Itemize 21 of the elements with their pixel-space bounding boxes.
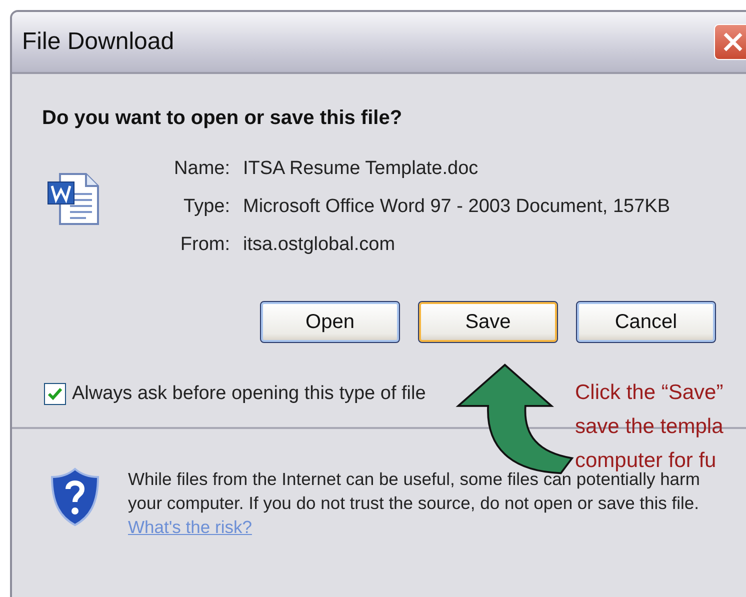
checkbox[interactable]: [44, 383, 66, 405]
close-icon: [722, 31, 744, 53]
checkbox-label: Always ask before opening this type of file: [72, 383, 426, 405]
close-button[interactable]: [714, 24, 746, 60]
field-label: Type:: [182, 196, 230, 218]
dialog-button[interactable]: Open: [260, 301, 400, 343]
checkmark-icon: [47, 387, 63, 401]
window-title: File Download: [22, 28, 174, 56]
field-label: From:: [179, 234, 230, 256]
shield-icon: [50, 467, 100, 527]
field-value: ITSA Resume Template.doc: [243, 158, 480, 180]
annotation-text: save the templa: [575, 414, 724, 440]
annotation-text: Click the “Save”: [575, 380, 724, 406]
question-heading: Do you want to open or save this file?: [42, 107, 404, 130]
field-label: Name:: [173, 158, 230, 180]
field-value: itsa.ostglobal.com: [243, 234, 396, 256]
dialog-button[interactable]: Save: [418, 301, 558, 343]
dialog-button[interactable]: Cancel: [576, 301, 716, 343]
field-value: Microsoft Office Word 97 - 2003 Document, 157KB: [243, 196, 670, 218]
document-icon: [46, 170, 102, 226]
annotation-text: computer for fu: [575, 448, 718, 472]
